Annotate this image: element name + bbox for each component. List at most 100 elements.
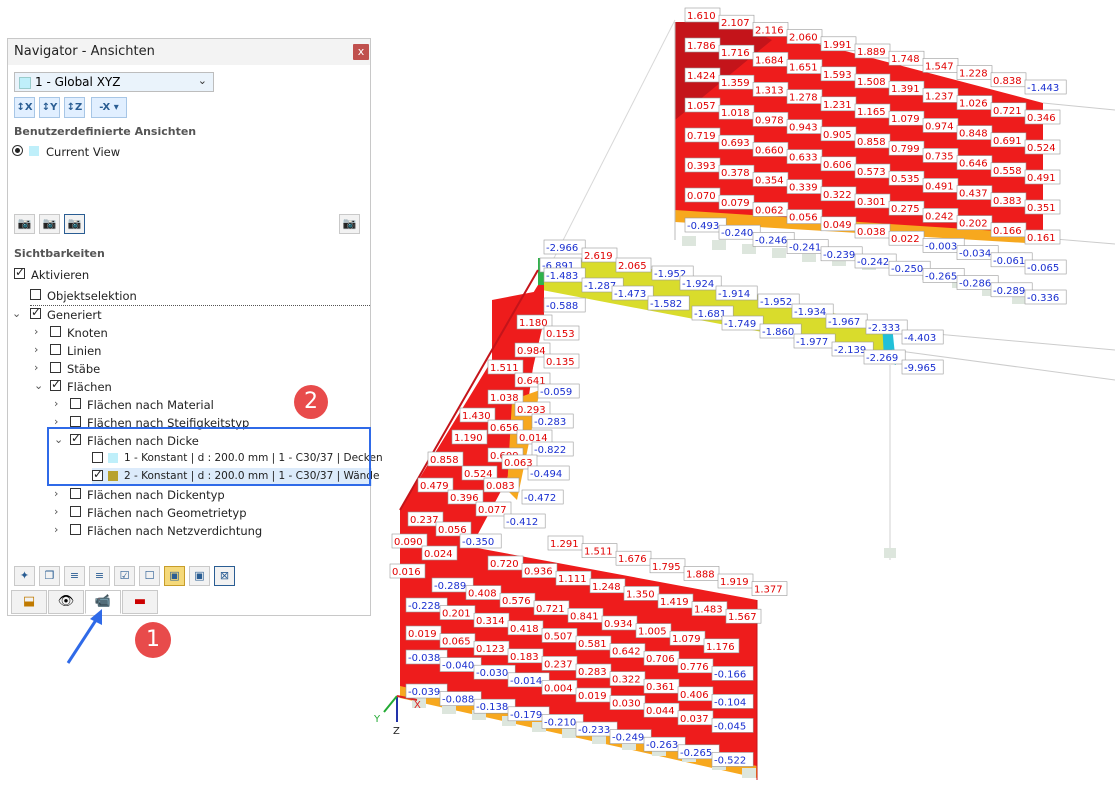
chevron-right-icon[interactable]: › <box>34 343 38 356</box>
tab-data[interactable]: ⬓ <box>11 590 47 614</box>
checkbox-activate[interactable] <box>14 265 25 279</box>
result-value-label: -0.522 <box>711 752 754 767</box>
remove-item-button[interactable]: ≡ <box>89 566 110 586</box>
result-value-label: 1.291 <box>547 535 584 551</box>
tree-by-geometry[interactable]: › Flächen nach Geometrietyp <box>54 504 354 522</box>
result-value-text: -0.289 <box>993 286 1025 297</box>
result-value-label: 1.651 <box>786 59 823 74</box>
result-value-label: 1.508 <box>854 73 891 89</box>
result-value-text: 0.393 <box>687 161 716 172</box>
add-view-button[interactable]: 📷 <box>14 214 35 234</box>
view-z-button[interactable]: ↕Z <box>64 97 85 118</box>
close-button[interactable]: x <box>353 44 369 60</box>
tree-by-mesh[interactable]: › Flächen nach Netzverdichtung <box>54 522 354 540</box>
result-value-text: 0.019 <box>578 691 607 702</box>
result-value-label: -0.350 <box>459 533 502 549</box>
checkbox-object-selection[interactable] <box>30 289 41 300</box>
section-user-views: Benutzerdefinierte Ansichten <box>14 125 197 138</box>
checkbox-by-geometry[interactable] <box>70 506 81 517</box>
tree-object-selection[interactable]: Objektselektion <box>30 287 370 306</box>
result-value-label: 0.037 <box>677 710 714 726</box>
checkbox-generated[interactable] <box>30 305 41 319</box>
result-value-label: 0.135 <box>543 353 580 369</box>
result-value-text: 0.030 <box>612 699 641 710</box>
axis-x-icon: ↕X <box>16 102 33 113</box>
chevron-right-icon[interactable]: › <box>34 325 38 338</box>
result-value-text: 0.491 <box>925 181 954 192</box>
check-all-button[interactable]: ☑ <box>114 566 135 586</box>
view-neg-x-button[interactable]: -X ▾ <box>91 97 127 118</box>
result-value-text: -0.822 <box>534 445 566 456</box>
tree-generated[interactable]: ⌄ Generiert <box>12 305 312 324</box>
result-value-text: -1.443 <box>1027 83 1059 94</box>
result-value-text: 1.567 <box>728 612 757 623</box>
result-value-label: 1.483 <box>691 601 728 616</box>
checkbox-by-material[interactable] <box>70 398 81 409</box>
result-value-text: 0.573 <box>857 167 886 178</box>
checkbox-by-mesh[interactable] <box>70 524 81 535</box>
result-value-label: -1.582 <box>647 295 690 311</box>
result-value-label: 1.026 <box>956 95 993 110</box>
uncheck-all-button[interactable]: ☐ <box>139 566 160 586</box>
checkbox-by-thickness-type[interactable] <box>70 488 81 499</box>
chevron-right-icon[interactable]: › <box>34 361 38 374</box>
result-value-text: -1.952 <box>760 297 792 308</box>
result-value-text: 0.070 <box>687 191 716 202</box>
result-value-label: -0.412 <box>503 513 546 529</box>
checkbox-nodes[interactable] <box>50 326 61 337</box>
result-value-label: 0.646 <box>956 155 993 170</box>
chevron-right-icon[interactable]: › <box>54 523 58 536</box>
checkbox-members[interactable] <box>50 362 61 373</box>
checkbox-by-stiffness[interactable] <box>70 416 81 427</box>
result-value-text: 0.322 <box>823 190 852 201</box>
view-x-button[interactable]: ↕X <box>14 97 35 118</box>
tree-members[interactable]: › Stäbe <box>34 360 334 378</box>
chevron-down-icon[interactable]: ⌄ <box>34 379 43 392</box>
result-value-label: 0.083 <box>483 477 520 493</box>
result-value-label: 0.361 <box>643 678 680 694</box>
toggle-visibility-button[interactable]: ⊠ <box>214 566 235 586</box>
result-value-text: 0.004 <box>544 683 573 694</box>
current-view-item[interactable]: Current View <box>12 143 312 161</box>
copy-visibility-button[interactable]: ❐ <box>39 566 60 586</box>
tree-label: Knoten <box>67 326 108 340</box>
save-view-button[interactable]: 📷 <box>39 214 60 234</box>
result-value-text: -0.014 <box>510 676 542 687</box>
tree-nodes[interactable]: › Knoten <box>34 324 334 342</box>
result-value-text: 0.633 <box>789 153 818 164</box>
result-value-text: 0.019 <box>408 629 437 640</box>
highlight-icon: ▣ <box>169 569 180 582</box>
model-viewport[interactable]: Z Y X 1.610 2.107 2.116 2.060 1.991 1.889 1.74… <box>372 0 1115 798</box>
show-selected-button[interactable]: ▣ <box>164 566 185 586</box>
chevron-right-icon[interactable]: › <box>54 397 58 410</box>
result-value-label: 0.056 <box>786 209 823 224</box>
add-item-button[interactable]: ≡ <box>64 566 85 586</box>
result-value-text: -0.059 <box>540 387 572 398</box>
view-y-button[interactable]: ↕Y <box>39 97 60 118</box>
checkbox-lines[interactable] <box>50 344 61 355</box>
result-value-label: 0.633 <box>786 149 823 164</box>
tree-label: Flächen nach Material <box>87 398 214 412</box>
current-view-label: Current View <box>46 145 121 159</box>
tree-lines[interactable]: › Linien <box>34 342 334 360</box>
view-select[interactable]: 1 - Global XYZ ⌄ <box>14 72 214 92</box>
support-icon <box>884 548 896 558</box>
chevron-down-icon[interactable]: ⌄ <box>12 307 21 320</box>
result-value-text: 1.508 <box>857 77 886 88</box>
show-others-button[interactable]: ▣ <box>189 566 210 586</box>
new-visibility-button[interactable]: ✦ <box>14 566 35 586</box>
tree-activate[interactable]: Aktivieren <box>14 265 314 284</box>
result-value-label: 0.283 <box>575 663 612 679</box>
result-value-label: 0.660 <box>752 142 789 157</box>
checkbox-surfaces[interactable] <box>50 377 61 391</box>
tree-surfaces[interactable]: ⌄ Flächen <box>34 377 334 396</box>
result-value-label: -0.166 <box>711 666 754 681</box>
tree-by-thickness-type[interactable]: › Flächen nach Dickentyp <box>54 486 354 504</box>
radio-button[interactable] <box>12 145 23 156</box>
chevron-right-icon[interactable]: › <box>54 505 58 518</box>
chevron-right-icon[interactable]: › <box>54 487 58 500</box>
tab-results[interactable]: ▬ <box>122 590 158 614</box>
delete-view-button[interactable]: 📷 <box>339 214 360 234</box>
apply-view-button[interactable]: 📷 <box>64 214 85 234</box>
result-value-text: 2.107 <box>721 18 750 29</box>
